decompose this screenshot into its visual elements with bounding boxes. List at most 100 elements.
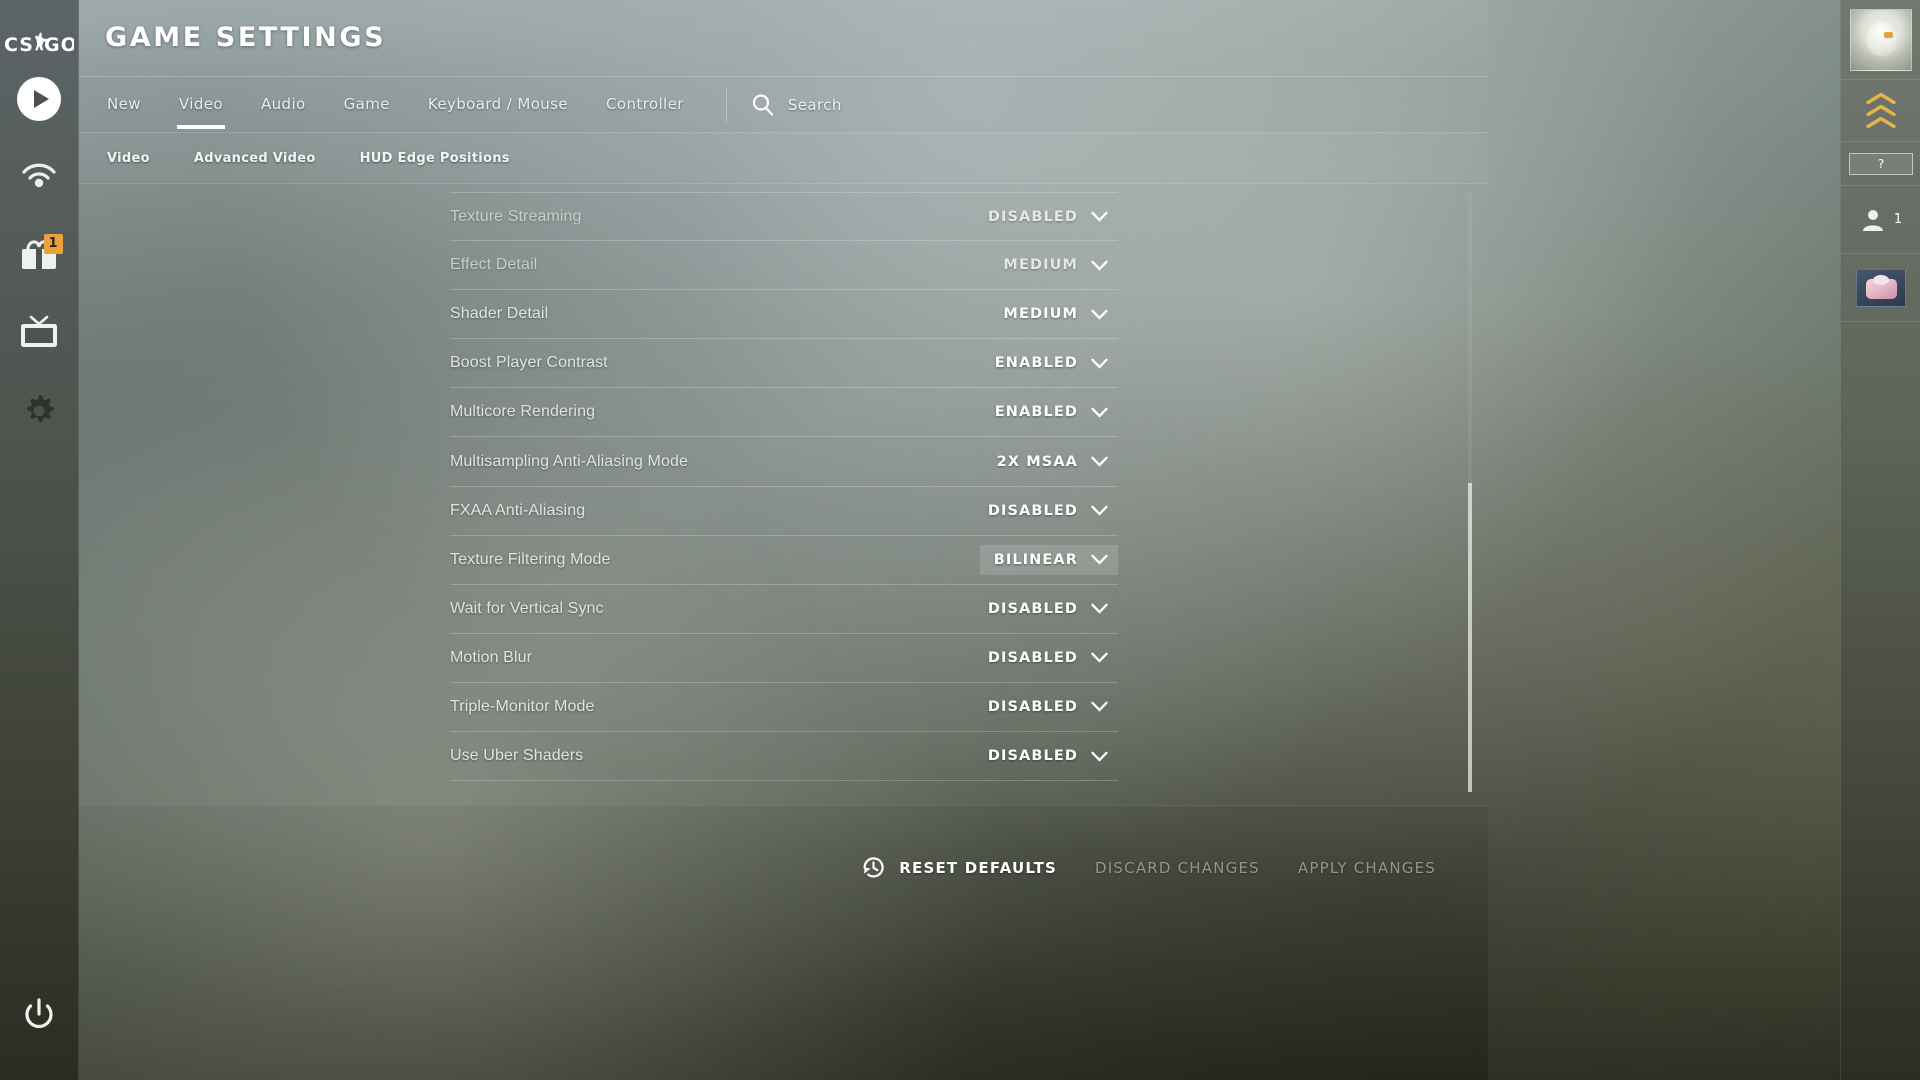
left-nav-rail: CS GO 1 bbox=[0, 0, 79, 1080]
page-header: GAME SETTINGS bbox=[79, 0, 1488, 77]
sidebar-item-tv[interactable] bbox=[0, 294, 79, 372]
setting-row-texture-streaming[interactable]: Texture Streaming DISABLED bbox=[450, 192, 1118, 242]
setting-value-dropdown[interactable]: ENABLED bbox=[981, 397, 1118, 427]
avatar[interactable] bbox=[1841, 0, 1920, 80]
setting-value-dropdown[interactable]: DISABLED bbox=[974, 741, 1118, 771]
footer-panel: RESET DEFAULTS DISCARD CHANGES APPLY CHA… bbox=[79, 805, 1488, 1080]
setting-value: BILINEAR bbox=[993, 551, 1078, 568]
discard-changes-label: DISCARD CHANGES bbox=[1095, 858, 1260, 877]
setting-value: ENABLED bbox=[994, 404, 1078, 421]
chevron-down-icon bbox=[1091, 603, 1108, 614]
setting-value: DISABLED bbox=[987, 649, 1078, 666]
discard-changes-button[interactable]: DISCARD CHANGES bbox=[1095, 859, 1260, 877]
chevron-down-icon bbox=[1091, 505, 1108, 516]
chevron-down-icon bbox=[1091, 211, 1108, 222]
setting-value: DISABLED bbox=[987, 208, 1078, 225]
setting-row-motion-blur[interactable]: Motion Blur DISABLED bbox=[450, 634, 1118, 683]
subtab-video[interactable]: Video bbox=[107, 151, 150, 166]
chevron-down-icon bbox=[1091, 407, 1108, 418]
setting-value: DISABLED bbox=[987, 698, 1078, 715]
setting-value-dropdown[interactable]: DISABLED bbox=[974, 594, 1118, 624]
rank-indicator[interactable] bbox=[1841, 80, 1920, 142]
svg-text:CS: CS bbox=[4, 34, 34, 56]
tab-game[interactable]: Game bbox=[342, 81, 392, 129]
sidebar-item-power[interactable] bbox=[0, 976, 79, 1054]
chevron-down-icon bbox=[1091, 702, 1108, 713]
setting-label: Boost Player Contrast bbox=[450, 354, 608, 372]
person-icon bbox=[1862, 209, 1883, 231]
power-icon bbox=[25, 998, 53, 1029]
setting-row-use-uber-shaders[interactable]: Use Uber Shaders DISABLED bbox=[450, 732, 1118, 782]
setting-label: Wait for Vertical Sync bbox=[450, 599, 604, 617]
setting-value-dropdown[interactable]: MEDIUM bbox=[989, 250, 1118, 280]
setting-label: Texture Streaming bbox=[450, 207, 582, 225]
tab-controller[interactable]: Controller bbox=[604, 81, 686, 129]
setting-value: MEDIUM bbox=[1003, 257, 1078, 274]
inventory-preview[interactable] bbox=[1841, 254, 1920, 322]
avatar-image bbox=[1850, 8, 1912, 71]
setting-value-dropdown[interactable]: 2X MSAA bbox=[983, 447, 1118, 477]
setting-value-dropdown[interactable]: ENABLED bbox=[981, 348, 1118, 378]
chevron-down-icon bbox=[1091, 260, 1108, 271]
setting-label: Motion Blur bbox=[450, 648, 533, 666]
setting-value: MEDIUM bbox=[1003, 306, 1078, 323]
reset-clock-icon bbox=[863, 857, 884, 878]
subtab-advanced-video[interactable]: Advanced Video bbox=[194, 151, 316, 166]
chevron-down-icon bbox=[1091, 309, 1108, 320]
search-icon bbox=[752, 94, 773, 116]
sidebar-item-settings[interactable] bbox=[0, 372, 79, 450]
reset-defaults-button[interactable]: RESET DEFAULTS bbox=[861, 855, 1057, 880]
setting-value-dropdown[interactable]: BILINEAR bbox=[979, 544, 1118, 575]
setting-value: DISABLED bbox=[987, 600, 1078, 617]
chevron-down-icon bbox=[1091, 653, 1108, 664]
apply-changes-label: APPLY CHANGES bbox=[1297, 858, 1436, 877]
tab-keyboard-mouse[interactable]: Keyboard / Mouse bbox=[426, 81, 570, 129]
reset-defaults-label: RESET DEFAULTS bbox=[899, 858, 1058, 877]
sidebar-item-inventory[interactable]: 1 bbox=[0, 216, 79, 294]
tab-audio[interactable]: Audio bbox=[259, 81, 308, 129]
setting-label: Use Uber Shaders bbox=[450, 747, 584, 765]
setting-value-dropdown[interactable]: DISABLED bbox=[974, 202, 1118, 232]
setting-label: Effect Detail bbox=[450, 256, 538, 274]
apply-changes-button[interactable]: APPLY CHANGES bbox=[1298, 859, 1436, 877]
help-label: ? bbox=[1849, 152, 1913, 175]
search-button[interactable]: Search bbox=[751, 93, 842, 116]
setting-row-effect-detail[interactable]: Effect Detail MEDIUM bbox=[450, 241, 1118, 291]
setting-row-wait-for-vertical-sync[interactable]: Wait for Vertical Sync DISABLED bbox=[450, 585, 1118, 634]
friends-button[interactable]: 1 bbox=[1841, 186, 1920, 254]
tab-video[interactable]: Video bbox=[176, 81, 225, 129]
setting-value: DISABLED bbox=[987, 502, 1078, 519]
setting-row-shader-detail[interactable]: Shader Detail MEDIUM bbox=[450, 290, 1118, 340]
setting-row-multisampling-anti-aliasing-mode[interactable]: Multisampling Anti-Aliasing Mode 2X MSAA bbox=[450, 437, 1118, 487]
setting-value-dropdown[interactable]: MEDIUM bbox=[989, 299, 1118, 329]
setting-label: Texture Filtering Mode bbox=[450, 550, 611, 568]
setting-value-dropdown[interactable]: DISABLED bbox=[974, 643, 1118, 673]
setting-value-dropdown[interactable]: DISABLED bbox=[974, 496, 1118, 526]
setting-value: 2X MSAA bbox=[996, 453, 1078, 470]
subtab-hud-edge-positions[interactable]: HUD Edge Positions bbox=[360, 151, 510, 166]
watch-icon bbox=[22, 163, 56, 188]
sidebar-item-play[interactable] bbox=[0, 60, 79, 138]
setting-value: ENABLED bbox=[994, 355, 1078, 372]
right-panel: ? 1 bbox=[1840, 0, 1920, 1080]
tv-icon bbox=[21, 315, 57, 347]
setting-label: Triple-Monitor Mode bbox=[450, 697, 595, 715]
help-button[interactable]: ? bbox=[1841, 142, 1920, 186]
chevron-down-icon bbox=[1091, 554, 1108, 565]
sidebar-item-watch[interactable] bbox=[0, 138, 79, 216]
tab-new[interactable]: New bbox=[105, 81, 143, 129]
page-title: GAME SETTINGS bbox=[105, 22, 387, 53]
setting-row-texture-filtering-mode[interactable]: Texture Filtering Mode BILINEAR bbox=[450, 536, 1118, 585]
setting-value-dropdown[interactable]: DISABLED bbox=[974, 692, 1118, 722]
settings-list: Texture Streaming DISABLED Effect Detail… bbox=[450, 192, 1118, 792]
rank-chevrons-icon bbox=[1866, 93, 1896, 128]
inventory-item-image bbox=[1856, 268, 1906, 307]
setting-row-triple-monitor-mode[interactable]: Triple-Monitor Mode DISABLED bbox=[450, 683, 1118, 733]
chevron-down-icon bbox=[1091, 751, 1108, 762]
setting-label: Multisampling Anti-Aliasing Mode bbox=[450, 452, 688, 470]
scrollbar-thumb[interactable] bbox=[1468, 483, 1472, 792]
gear-icon bbox=[27, 395, 54, 422]
setting-row-boost-player-contrast[interactable]: Boost Player Contrast ENABLED bbox=[450, 339, 1118, 389]
setting-row-multicore-rendering[interactable]: Multicore Rendering ENABLED bbox=[450, 388, 1118, 438]
setting-row-fxaa-anti-aliasing[interactable]: FXAA Anti-Aliasing DISABLED bbox=[450, 487, 1118, 536]
